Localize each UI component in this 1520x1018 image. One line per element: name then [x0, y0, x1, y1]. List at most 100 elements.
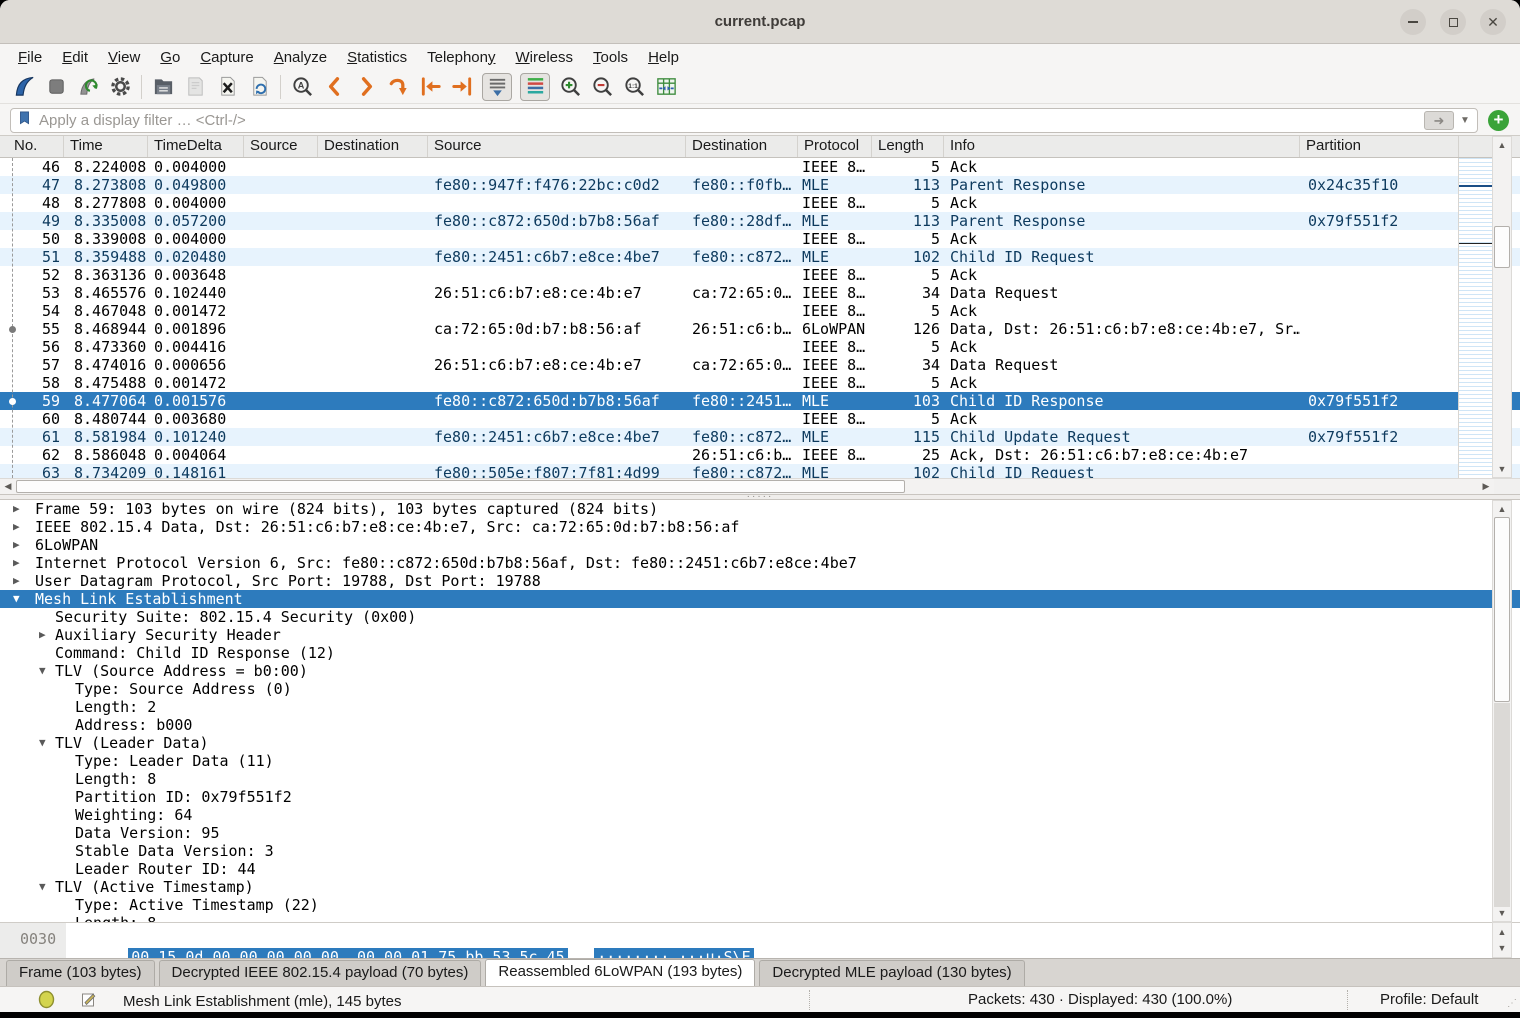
- detail-line[interactable]: Data Version: 95: [0, 824, 1520, 842]
- byte-tab[interactable]: Reassembled 6LoWPAN (193 bytes): [485, 959, 755, 986]
- colorize-button[interactable]: [520, 73, 550, 101]
- column-header-time[interactable]: Time: [64, 136, 148, 157]
- menu-file[interactable]: File: [8, 47, 52, 68]
- hex-ascii[interactable]: ········ ···u·S\E: [540, 930, 754, 948]
- go-to-packet-button[interactable]: [383, 73, 413, 101]
- reload-file-button[interactable]: [244, 73, 274, 101]
- capture-options-button[interactable]: [105, 73, 135, 101]
- save-file-button[interactable]: [180, 73, 210, 101]
- detail-line[interactable]: Type: Active Timestamp (22): [0, 896, 1520, 914]
- menu-tools[interactable]: Tools: [583, 47, 638, 68]
- detail-line[interactable]: Address: b000: [0, 716, 1520, 734]
- packet-row-62[interactable]: 628.5860480.00406426:51:c6:b…IEEE 8…25Ac…: [0, 446, 1520, 464]
- column-header-source[interactable]: Source: [244, 136, 318, 157]
- stop-capture-button[interactable]: [41, 73, 71, 101]
- detail-line[interactable]: Security Suite: 802.15.4 Security (0x00): [0, 608, 1520, 626]
- hex-bytes[interactable]: 00 15 0d 00 00 00 00 00 00 00 01 75 bb 5…: [74, 930, 568, 948]
- menu-help[interactable]: Help: [638, 47, 689, 68]
- start-capture-button[interactable]: [9, 73, 39, 101]
- detail-line[interactable]: ▶Auxiliary Security Header: [0, 626, 1520, 644]
- maximize-button[interactable]: [1440, 9, 1466, 35]
- resize-columns-button[interactable]: [651, 73, 681, 101]
- packet-row-51[interactable]: 518.3594880.020480fe80::2451:c6b7:e8ce:4…: [0, 248, 1520, 266]
- packet-row-46[interactable]: 468.2240080.004000IEEE 8…5Ack: [0, 158, 1520, 176]
- expand-arrow-icon[interactable]: ▶: [13, 554, 20, 572]
- menu-telephony[interactable]: Telephony: [417, 47, 505, 68]
- collapse-arrow-icon[interactable]: ▼: [13, 590, 20, 608]
- go-back-button[interactable]: [319, 73, 349, 101]
- detail-line[interactable]: ▼TLV (Leader Data): [0, 734, 1520, 752]
- packet-row-63[interactable]: 638.7342090.148161fe80::505e:f807:7f81:4…: [0, 464, 1520, 478]
- minimize-button[interactable]: [1400, 9, 1426, 35]
- expand-arrow-icon[interactable]: ▶: [13, 536, 20, 554]
- packet-list-minimap[interactable]: [1458, 158, 1492, 478]
- scrollbar-track[interactable]: [1494, 703, 1510, 907]
- column-header-length[interactable]: Length: [872, 136, 944, 157]
- detail-line[interactable]: ▶Frame 59: 103 bytes on wire (824 bits),…: [0, 500, 1520, 518]
- scroll-up-icon[interactable]: ▲: [1493, 501, 1511, 517]
- packet-row-55[interactable]: 558.4689440.001896ca:72:65:0d:b7:b8:56:a…: [0, 320, 1520, 338]
- packet-row-60[interactable]: 608.4807440.003680IEEE 8…5Ack: [0, 410, 1520, 428]
- detail-line[interactable]: Command: Child ID Response (12): [0, 644, 1520, 662]
- detail-line[interactable]: Stable Data Version: 3: [0, 842, 1520, 860]
- scroll-left-icon[interactable]: ◀: [0, 479, 16, 494]
- expand-arrow-icon[interactable]: ▶: [39, 626, 46, 644]
- detail-line[interactable]: Type: Source Address (0): [0, 680, 1520, 698]
- capture-comment-icon[interactable]: [81, 991, 97, 1012]
- packet-row-59[interactable]: 598.4770640.001576fe80::c872:650d:b7b8:5…: [0, 392, 1520, 410]
- detail-line[interactable]: Length: 8: [0, 770, 1520, 788]
- detail-line[interactable]: Weighting: 64: [0, 806, 1520, 824]
- detail-line[interactable]: ▼Mesh Link Establishment: [0, 590, 1520, 608]
- column-header-partition[interactable]: Partition: [1300, 136, 1459, 157]
- byte-tab[interactable]: Decrypted IEEE 802.15.4 payload (70 byte…: [159, 960, 482, 986]
- packet-row-48[interactable]: 488.2778080.004000IEEE 8…5Ack: [0, 194, 1520, 212]
- menu-go[interactable]: Go: [150, 47, 190, 68]
- packet-row-54[interactable]: 548.4670480.001472IEEE 8…5Ack: [0, 302, 1520, 320]
- bytes-vscrollbar[interactable]: ▲ ▼: [1492, 922, 1512, 958]
- detail-line[interactable]: ▶6LoWPAN: [0, 536, 1520, 554]
- collapse-arrow-icon[interactable]: ▼: [39, 734, 46, 752]
- zoom-original-button[interactable]: 1:1: [619, 73, 649, 101]
- display-filter-field[interactable]: ➜ ▼: [10, 108, 1478, 133]
- packet-row-49[interactable]: 498.3350080.057200fe80::c872:650d:b7b8:5…: [0, 212, 1520, 230]
- column-header-protocol[interactable]: Protocol: [798, 136, 872, 157]
- detail-line[interactable]: Type: Leader Data (11): [0, 752, 1520, 770]
- restart-capture-button[interactable]: [73, 73, 103, 101]
- byte-tab[interactable]: Decrypted MLE payload (130 bytes): [759, 960, 1024, 986]
- detail-line[interactable]: Length: 2: [0, 698, 1520, 716]
- menu-capture[interactable]: Capture: [190, 47, 263, 68]
- column-header-destination[interactable]: Destination: [318, 136, 428, 157]
- go-forward-button[interactable]: [351, 73, 381, 101]
- filter-bookmark-icon[interactable]: [18, 110, 31, 131]
- collapse-arrow-icon[interactable]: ▼: [39, 662, 46, 680]
- column-header-destination2[interactable]: Destination: [686, 136, 798, 157]
- resize-grip[interactable]: ⋰: [1507, 998, 1517, 1009]
- auto-scroll-button[interactable]: [482, 73, 512, 101]
- scroll-right-icon[interactable]: ▶: [1478, 479, 1494, 494]
- collapse-arrow-icon[interactable]: ▼: [39, 878, 46, 896]
- detail-line[interactable]: Partition ID: 0x79f551f2: [0, 788, 1520, 806]
- detail-line[interactable]: ▶User Datagram Protocol, Src Port: 19788…: [0, 572, 1520, 590]
- zoom-in-button[interactable]: [555, 73, 585, 101]
- column-header-source2[interactable]: Source: [428, 136, 686, 157]
- packet-row-53[interactable]: 538.4655760.10244026:51:c6:b7:e8:ce:4b:e…: [0, 284, 1520, 302]
- apply-filter-button[interactable]: ➜: [1424, 111, 1454, 130]
- display-filter-input[interactable]: [39, 112, 1424, 129]
- open-file-button[interactable]: [148, 73, 178, 101]
- close-button[interactable]: ✕: [1480, 9, 1506, 35]
- detail-line[interactable]: ▼TLV (Active Timestamp): [0, 878, 1520, 896]
- packet-row-47[interactable]: 478.2738080.049800fe80::947f:f476:22bc:c…: [0, 176, 1520, 194]
- menu-statistics[interactable]: Statistics: [337, 47, 417, 68]
- packet-row-50[interactable]: 508.3390080.004000IEEE 8…5Ack: [0, 230, 1520, 248]
- packet-bytes-pane[interactable]: 0030 00 15 0d 00 00 00 00 00 00 00 01 75…: [0, 922, 1520, 958]
- expand-arrow-icon[interactable]: ▶: [13, 500, 20, 518]
- column-header-timedelta[interactable]: TimeDelta: [148, 136, 244, 157]
- first-packet-button[interactable]: [415, 73, 445, 101]
- packet-row-56[interactable]: 568.4733600.004416IEEE 8…5Ack: [0, 338, 1520, 356]
- status-profile[interactable]: Profile: Default: [1380, 991, 1478, 1008]
- add-filter-button-icon[interactable]: +: [1488, 110, 1509, 131]
- expand-arrow-icon[interactable]: ▶: [13, 572, 20, 590]
- detail-line[interactable]: Length: 8: [0, 914, 1520, 922]
- close-file-button[interactable]: [212, 73, 242, 101]
- packet-row-57[interactable]: 578.4740160.00065626:51:c6:b7:e8:ce:4b:e…: [0, 356, 1520, 374]
